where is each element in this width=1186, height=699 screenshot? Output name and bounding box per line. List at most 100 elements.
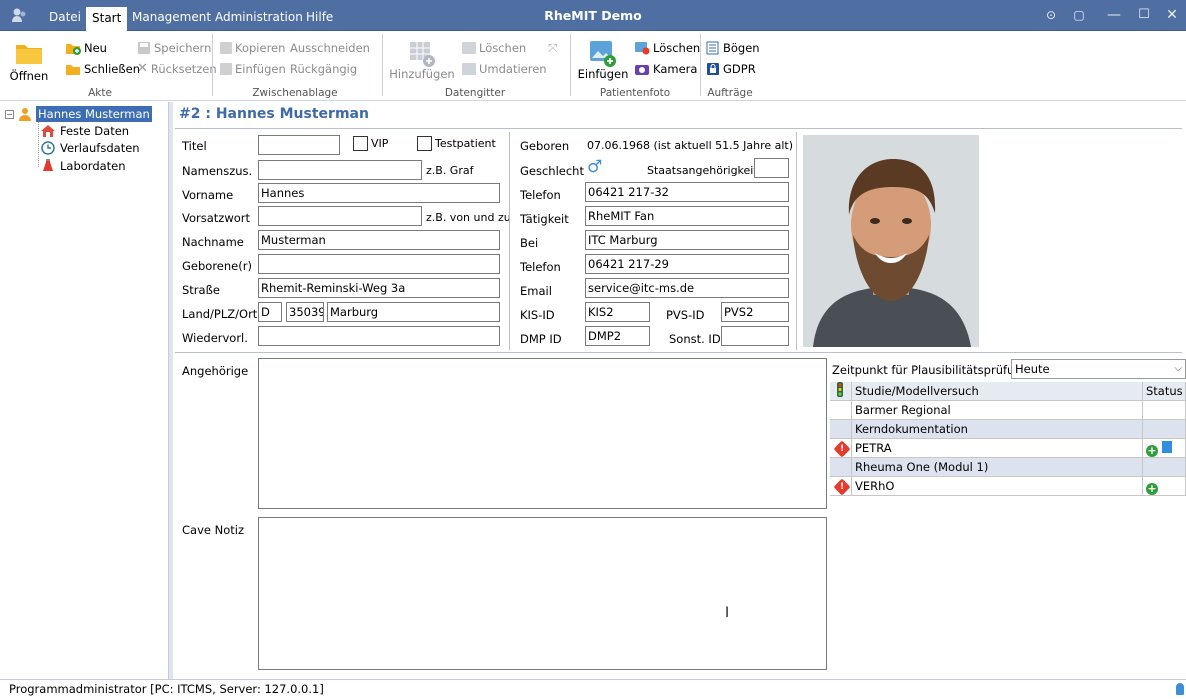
close-record-button[interactable]: Schließen [65,60,140,78]
label-geschlecht: Geschlecht [520,164,584,178]
paste-button[interactable]: Einfügen [220,60,286,78]
tree-collapse-icon[interactable]: − [5,110,14,119]
column-header-studie[interactable]: Studie/Modellversuch [852,382,1143,401]
column-header-status[interactable]: Status [1143,382,1186,401]
app-logo-icon[interactable] [10,6,28,24]
menu-management[interactable]: Management [126,9,217,26]
taetigkeit-field[interactable]: RheMIT Fan [585,206,789,226]
menu-start[interactable]: Start [86,7,128,31]
tree-item-patient[interactable]: Hannes Musterman [18,106,152,122]
row-indicator [830,401,852,420]
status-bar: Programmadministrator [PC: ITCMS, Server… [0,679,1186,699]
close-icon[interactable]: ✕ [1161,6,1183,24]
home-icon [41,125,55,137]
minimize-icon[interactable]: — [1103,6,1125,24]
telefon2-field[interactable]: 06421 217-29 [585,254,789,274]
label-plausibility: Zeitpunkt für Plausibilitätsprüfung [832,363,1029,377]
add-row-button[interactable]: Hinzufügen [389,39,455,81]
tree-item-labordaten[interactable]: Labordaten [40,158,126,174]
table-row[interactable]: Barmer Regional [830,401,1186,420]
menu-hilfe[interactable]: Hilfe [300,9,339,26]
notification-bell-icon[interactable] [1176,683,1184,695]
reset-button[interactable]: ✕ Rücksetzen [137,60,217,78]
land-field[interactable]: D [258,302,282,322]
kis-id-field[interactable]: KIS2 [585,302,650,322]
ribbon-separator [212,34,213,96]
label-geboren: Geboren [520,139,570,153]
section-divider [175,352,1182,353]
help-icon[interactable]: ⊙ [1040,6,1062,24]
plausibility-dropdown[interactable]: Heute ⌵ [1011,359,1186,379]
maximize-icon[interactable]: ☐ [1133,6,1155,24]
testpatient-checkbox[interactable] [417,136,432,151]
table-row[interactable]: ! PETRA + [830,439,1186,458]
plausibility-table-header: Studie/Modellversuch Status [830,382,1186,401]
row-status: + [1143,439,1186,458]
telefon-field[interactable]: 06421 217-32 [585,182,789,202]
undo-label: Rückgängig [290,62,358,76]
geborene-field[interactable] [258,254,500,274]
row-name: PETRA [852,439,1143,458]
namenszus-field[interactable] [258,160,422,180]
plz-field[interactable]: 35039 [286,302,324,322]
nachname-field[interactable]: Musterman [258,230,500,250]
photo-delete-button[interactable]: Löschen [634,39,700,57]
dmp-id-field[interactable]: DMP2 [585,326,650,346]
new-button[interactable]: Neu [65,39,107,57]
camera-button[interactable]: Kamera [634,60,697,78]
pvs-id-field[interactable]: PVS2 [721,302,789,322]
camera-icon [635,65,649,75]
angehoerige-textarea[interactable] [258,358,827,509]
save-icon [138,42,150,54]
sheets-button[interactable]: Bögen [706,39,760,57]
tree-item-verlaufsdaten-label: Verlaufsdaten [60,141,140,155]
row-status [1143,458,1186,477]
open-button[interactable]: Öffnen [8,39,50,83]
grid-delete-icon [462,42,476,54]
sonst-id-field[interactable] [721,326,789,346]
cut-button[interactable]: Ausschneiden [290,39,370,57]
page-title: #2 : Hannes Musterman [179,106,369,122]
vorname-field[interactable]: Hannes [258,183,500,203]
row-name: VERhO [852,477,1143,496]
photo-delete-icon [635,42,650,55]
photo-add-icon [590,41,616,67]
grid-delete-button[interactable]: Löschen [462,39,526,57]
ort-field[interactable]: Marburg [327,302,500,322]
save-button[interactable]: Speichern [137,39,211,57]
table-row[interactable]: ! VERhO + [830,477,1186,496]
photo-insert-button[interactable]: Einfügen [577,38,629,81]
menu-administration[interactable]: Administration [209,9,309,26]
redate-button[interactable]: Umdatieren [462,60,547,78]
vorsatzwort-field[interactable] [258,206,422,226]
label-telefon2: Telefon [520,260,561,274]
header-divider [175,128,1182,129]
male-icon[interactable]: ♂ [587,157,602,177]
wiedervorl-field[interactable] [258,326,500,346]
strasse-field[interactable]: Rhemit-Reminski-Weg 3a [258,278,500,298]
reset-label: Rücksetzen [150,62,217,76]
bei-field[interactable]: ITC Marburg [585,230,789,250]
tree-item-verlaufsdaten[interactable]: Verlaufsdaten [40,140,140,156]
table-group-row[interactable]: Rheuma One (Modul 1) [830,458,1186,477]
add-circle-icon[interactable]: + [1146,445,1158,457]
title-bar: Datei Start Management Administration Hi… [0,0,1186,31]
gdpr-button[interactable]: GDPR [706,60,756,78]
patient-photo[interactable] [803,135,979,347]
restore-ribbon-icon[interactable]: ▢ [1068,6,1090,24]
titel-field[interactable] [258,135,340,155]
row-indicator [830,458,852,477]
cave-notiz-textarea[interactable] [258,517,827,670]
undo-button[interactable]: Rückgängig [290,60,357,78]
add-circle-icon[interactable]: + [1146,483,1158,495]
expand-icon[interactable]: ⤧ [548,39,558,57]
menu-datei[interactable]: Datei [43,9,87,26]
table-group-row[interactable]: Kerndokumentation [830,420,1186,439]
staatsangehoerigkeit-field[interactable] [754,158,789,178]
vip-checkbox[interactable] [353,136,368,151]
group-label-auftraege: Aufträge [707,87,753,99]
email-field[interactable]: service@itc-ms.de [585,278,789,298]
document-icon[interactable] [1161,441,1172,453]
copy-button[interactable]: Kopieren [220,39,285,57]
tree-item-feste-daten[interactable]: Feste Daten [40,123,129,139]
